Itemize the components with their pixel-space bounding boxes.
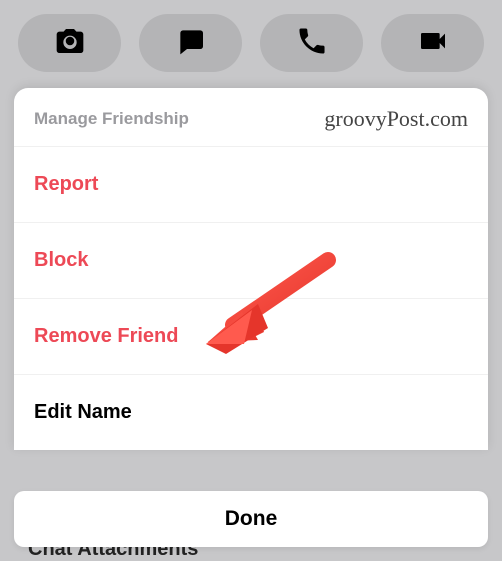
video-button[interactable] (381, 14, 484, 72)
call-button[interactable] (260, 14, 363, 72)
menu-item-block[interactable]: Block (14, 222, 488, 298)
sheet-header: Manage Friendship groovyPost.com (14, 88, 488, 146)
manage-friendship-sheet: Manage Friendship groovyPost.com Report … (14, 88, 488, 450)
menu-item-remove-friend[interactable]: Remove Friend (14, 298, 488, 374)
camera-icon (54, 25, 86, 62)
camera-button[interactable] (18, 14, 121, 72)
phone-icon (296, 25, 328, 62)
sheet-title: Manage Friendship (34, 109, 189, 129)
chat-button[interactable] (139, 14, 242, 72)
video-icon (417, 25, 449, 62)
chat-icon (175, 25, 207, 62)
watermark-text: groovyPost.com (324, 106, 468, 132)
menu-item-report[interactable]: Report (14, 146, 488, 222)
menu-item-edit-name[interactable]: Edit Name (14, 374, 488, 450)
chat-toolbar (0, 0, 502, 86)
done-button[interactable]: Done (14, 491, 488, 547)
